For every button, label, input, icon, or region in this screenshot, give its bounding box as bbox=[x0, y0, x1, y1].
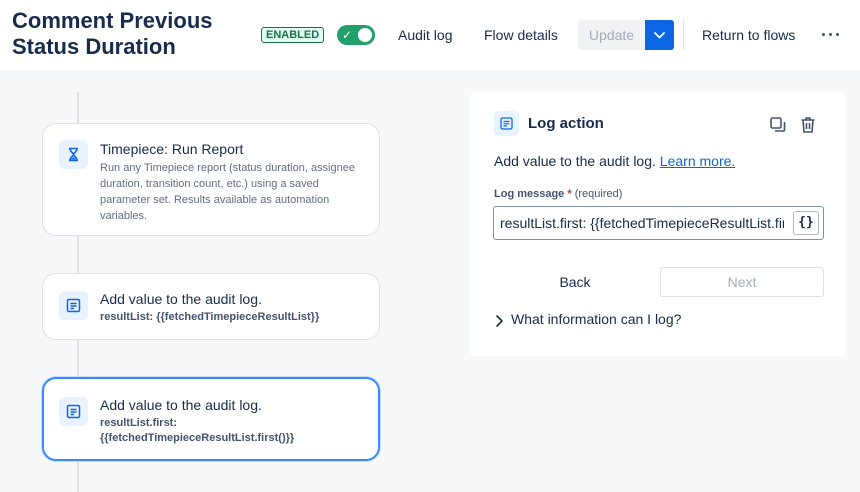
log-message-input[interactable] bbox=[494, 207, 790, 239]
field-label-text: Log message bbox=[494, 188, 565, 200]
panel-description: Add value to the audit log. Learn more. bbox=[494, 153, 735, 169]
card-code: resultList: {{fetchedTimepieceResultList… bbox=[100, 311, 320, 323]
status-badge: ENABLED bbox=[261, 27, 325, 43]
log-action-panel: Log action Add value to the audit log. L… bbox=[470, 93, 846, 356]
update-button[interactable]: Update bbox=[578, 20, 645, 50]
header-divider bbox=[683, 20, 684, 50]
flow-card-audit-log-1[interactable]: Add value to the audit log. resultList: … bbox=[42, 273, 380, 340]
log-icon bbox=[59, 397, 88, 426]
next-button[interactable]: Next bbox=[660, 267, 824, 297]
flow-card-audit-log-2[interactable]: Add value to the audit log. resultList.f… bbox=[42, 377, 380, 461]
log-message-field: {} bbox=[493, 206, 824, 240]
ellipsis-icon bbox=[822, 33, 825, 36]
chevron-right-icon bbox=[496, 315, 503, 327]
flow-details-button[interactable]: Flow details bbox=[484, 20, 558, 50]
log-icon bbox=[59, 291, 88, 320]
trash-icon bbox=[801, 117, 815, 133]
log-icon bbox=[494, 111, 519, 136]
card-title: Add value to the audit log. bbox=[100, 397, 262, 413]
enable-toggle[interactable]: ✓ bbox=[337, 25, 375, 45]
audit-log-button[interactable]: Audit log bbox=[398, 20, 452, 50]
delete-button[interactable] bbox=[798, 115, 818, 135]
card-code: resultList.first: {{fetchedTimepieceResu… bbox=[100, 417, 295, 444]
ellipsis-icon bbox=[836, 33, 839, 36]
page-title: Comment Previous Status Duration bbox=[12, 8, 213, 59]
check-icon: ✓ bbox=[342, 28, 353, 42]
back-button[interactable]: Back bbox=[494, 267, 656, 297]
required-marker: * bbox=[567, 188, 572, 200]
card-title: Timepiece: Run Report bbox=[100, 141, 244, 157]
update-dropdown-button[interactable] bbox=[645, 20, 674, 50]
panel-description-text: Add value to the audit log. bbox=[494, 153, 656, 169]
smart-value-button[interactable]: {} bbox=[793, 211, 819, 235]
expander-label: What information can I log? bbox=[511, 311, 682, 327]
duplicate-icon bbox=[770, 117, 786, 132]
return-to-flows-button[interactable]: Return to flows bbox=[702, 20, 795, 50]
card-description: Run any Timepiece report (status duratio… bbox=[100, 162, 355, 222]
card-title: Add value to the audit log. bbox=[100, 291, 262, 307]
top-bar: Comment Previous Status Duration ENABLED… bbox=[0, 0, 860, 70]
toggle-knob bbox=[358, 28, 372, 42]
learn-more-link[interactable]: Learn more. bbox=[660, 153, 735, 169]
panel-title: Log action bbox=[528, 115, 604, 132]
ellipsis-icon bbox=[829, 33, 832, 36]
flow-card-run-report[interactable]: Timepiece: Run Report Run any Timepiece … bbox=[42, 123, 380, 236]
chevron-down-icon bbox=[654, 32, 665, 39]
required-text: (required) bbox=[574, 188, 623, 200]
more-options-button[interactable] bbox=[819, 24, 843, 46]
hourglass-icon bbox=[59, 140, 88, 169]
duplicate-button[interactable] bbox=[768, 115, 788, 135]
log-message-label: Log message * (required) bbox=[494, 188, 622, 200]
